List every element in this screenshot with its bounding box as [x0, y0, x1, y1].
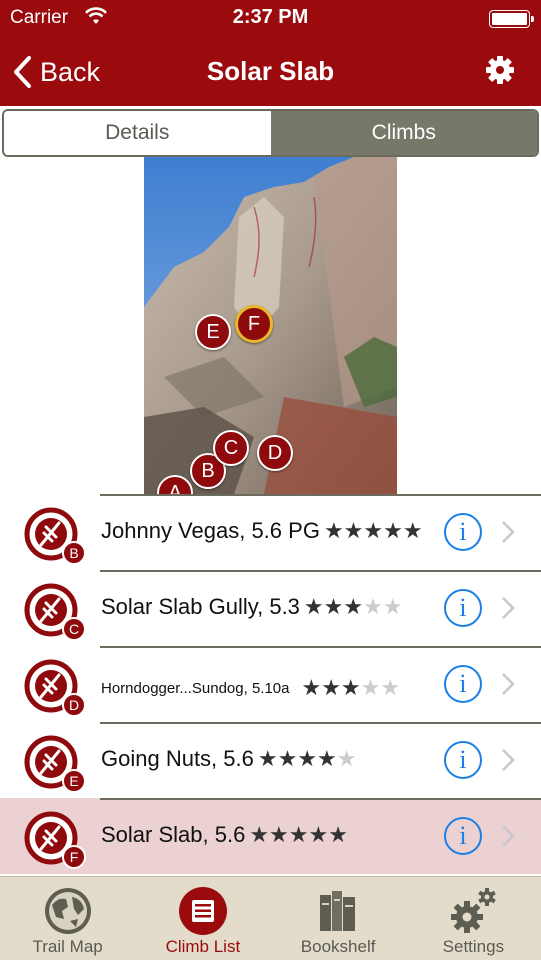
- climb-row[interactable]: E Going Nuts, 5.6 ★★★★★ i: [0, 722, 541, 798]
- route-marker-d[interactable]: D: [257, 435, 293, 471]
- info-button[interactable]: i: [444, 513, 482, 551]
- tab-label: Settings: [442, 937, 505, 956]
- tab-bookshelf[interactable]: Bookshelf: [271, 877, 406, 960]
- tab-details[interactable]: Details: [4, 111, 271, 155]
- svg-text:B: B: [69, 545, 78, 561]
- list-icon: [178, 887, 227, 935]
- gear-icon[interactable]: [485, 55, 515, 85]
- star-rating: ★★★★★: [301, 675, 401, 700]
- star-rating: ★★★★★: [323, 518, 423, 543]
- climb-name: Solar Slab, 5.6 ★★★★★: [101, 822, 348, 847]
- tab-climbs[interactable]: Climbs: [270, 111, 537, 155]
- tab-label: Bookshelf: [300, 937, 376, 956]
- info-button[interactable]: i: [444, 665, 482, 703]
- row-divider: [100, 722, 541, 724]
- info-button[interactable]: i: [444, 741, 482, 779]
- route-marker-c[interactable]: C: [213, 430, 249, 466]
- climb-row-selected[interactable]: F Solar Slab, 5.6 ★★★★★ i: [0, 798, 541, 874]
- climb-row[interactable]: D Horndogger...Sundog, 5.10a ★★★★★ i: [0, 646, 541, 722]
- tab-label: Trail Map: [32, 937, 103, 956]
- climb-badge-icon: D: [24, 659, 86, 717]
- tab-trail-map[interactable]: Trail Map: [0, 877, 135, 960]
- chevron-right-icon: [502, 673, 515, 695]
- chevron-right-icon: [502, 825, 515, 847]
- page-title: Solar Slab: [206, 56, 335, 86]
- tab-climb-list[interactable]: Climb List: [135, 877, 270, 960]
- row-divider: [100, 798, 541, 800]
- star-rating: ★★★★★: [257, 746, 357, 771]
- climb-name: Horndogger...Sundog, 5.10a ★★★★★: [101, 675, 401, 700]
- segmented-control: Details Climbs: [2, 109, 539, 157]
- chevron-right-icon: [502, 597, 515, 619]
- climb-row[interactable]: B Johnny Vegas, 5.6 PG ★★★★★ i: [0, 494, 541, 570]
- row-divider: [100, 494, 541, 496]
- tab-label: Climb List: [165, 937, 241, 956]
- chevron-right-icon: [502, 749, 515, 771]
- row-divider: [100, 646, 541, 648]
- books-icon: [320, 891, 356, 931]
- climb-row[interactable]: C Solar Slab Gully, 5.3 ★★★★★ i: [0, 570, 541, 646]
- climb-name: Solar Slab Gully, 5.3 ★★★★★: [101, 594, 403, 619]
- star-rating: ★★★★★: [303, 594, 403, 619]
- route-marker-e[interactable]: E: [195, 314, 231, 350]
- climb-name: Johnny Vegas, 5.6 PG ★★★★★: [101, 518, 423, 543]
- status-bar: Carrier 2:37 PM: [0, 0, 541, 36]
- tab-bar: Trail Map Climb List Bookshelf Settings: [0, 876, 541, 960]
- svg-text:F: F: [70, 849, 79, 865]
- navigation-bar: Carrier 2:37 PM Back Solar Slab: [0, 0, 541, 106]
- chevron-right-icon: [502, 521, 515, 543]
- info-button[interactable]: i: [444, 817, 482, 855]
- status-time: 2:37 PM: [232, 6, 309, 28]
- star-rating: ★★★★★: [249, 822, 348, 847]
- tab-settings[interactable]: Settings: [406, 877, 541, 960]
- svg-text:C: C: [69, 621, 79, 637]
- gears-icon: [451, 888, 497, 933]
- svg-text:D: D: [69, 697, 79, 713]
- battery-icon: [489, 10, 534, 28]
- climb-badge-icon: B: [24, 507, 86, 565]
- climb-badge-icon: C: [24, 583, 86, 641]
- app-screen: Carrier 2:37 PM Back Solar Slab Details …: [0, 0, 541, 960]
- climb-name: Going Nuts, 5.6 ★★★★★: [101, 746, 357, 771]
- row-divider: [100, 570, 541, 572]
- crag-photo: A B C D E F: [144, 157, 397, 494]
- route-marker-f[interactable]: F: [235, 305, 273, 343]
- info-button[interactable]: i: [444, 589, 482, 627]
- globe-icon: [44, 888, 91, 934]
- climb-badge-icon: F: [24, 811, 86, 869]
- climb-badge-icon: E: [24, 735, 86, 793]
- climb-list: B Johnny Vegas, 5.6 PG ★★★★★ i C Solar S…: [0, 494, 541, 874]
- svg-text:E: E: [69, 773, 78, 789]
